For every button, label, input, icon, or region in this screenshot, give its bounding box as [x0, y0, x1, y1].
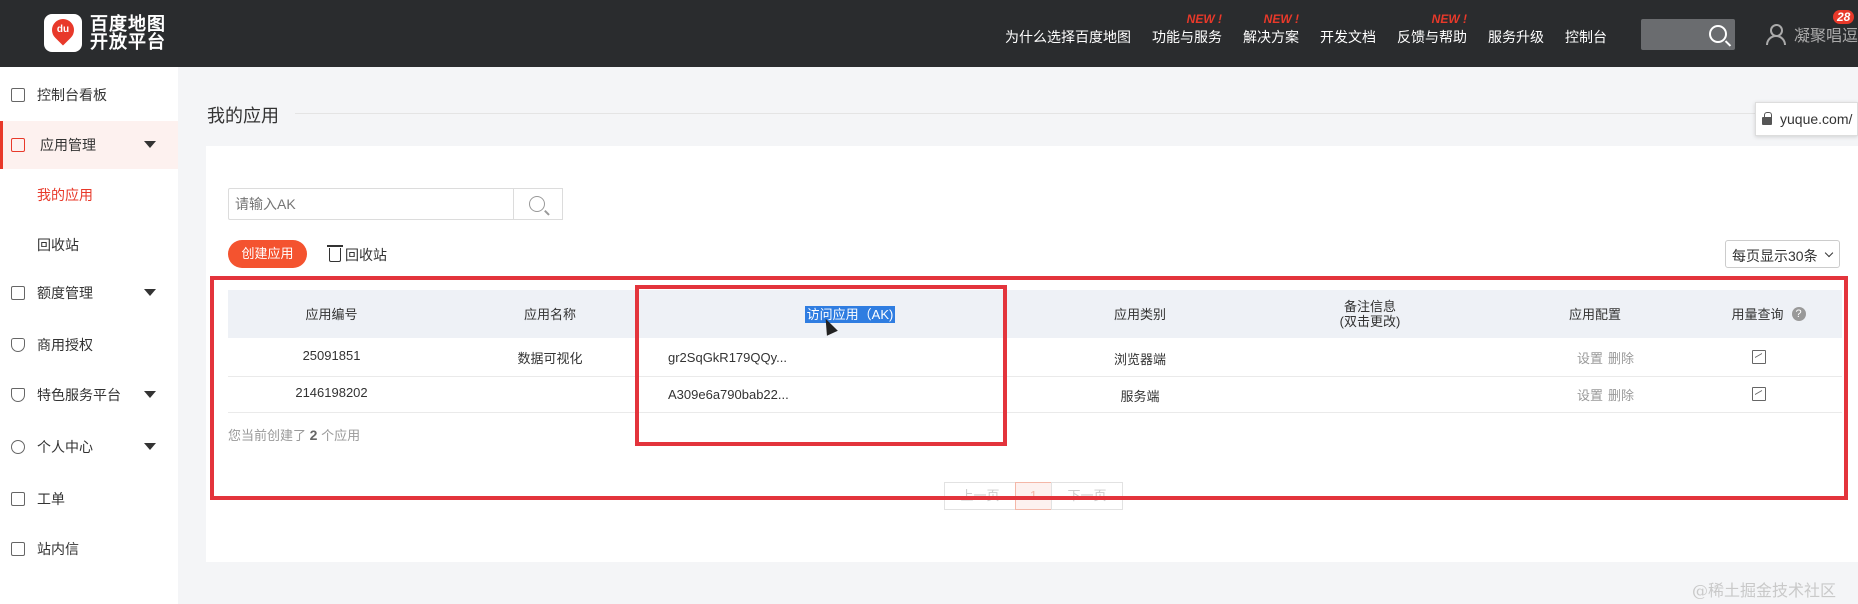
nav-features[interactable]: NEW ! 功能与服务 [1152, 12, 1222, 47]
nav-upgrade[interactable]: 服务升级 [1488, 27, 1544, 47]
user-icon [1766, 24, 1786, 45]
map-pin-icon: du [44, 14, 82, 52]
grid-icon [11, 138, 25, 152]
browser-url-popup[interactable]: yuque.com/ [1755, 102, 1858, 136]
sidebar-subitem-recycle-bin[interactable]: 回收站 [37, 235, 79, 255]
nav-docs[interactable]: 开发文档 [1320, 27, 1376, 47]
create-app-button[interactable]: 创建应用 [228, 240, 307, 268]
sidebar-item-tickets[interactable]: 工单 [0, 475, 178, 523]
sidebar-item-personal-center[interactable]: 个人中心 [0, 423, 178, 471]
page-title: 我的应用 [207, 106, 279, 126]
user-name: 凝聚唱逗 [1794, 28, 1858, 45]
watermark: @稀土掘金技术社区 [1692, 581, 1837, 600]
lock-icon [1762, 112, 1772, 125]
notification-badge[interactable]: 28 [1833, 10, 1855, 24]
new-tag: NEW ! [1186, 12, 1222, 26]
logo-line-2: 开放平台 [90, 32, 166, 52]
chevron-down-icon [144, 391, 156, 398]
chevron-down-icon [144, 443, 156, 450]
envelope-icon [11, 542, 25, 556]
nav-why-baidu[interactable]: 为什么选择百度地图 [1005, 27, 1131, 47]
ak-search-button[interactable] [513, 188, 563, 220]
sidebar-item-dashboard[interactable]: 控制台看板 [0, 71, 178, 119]
page-size-select[interactable]: 每页显示30条 [1725, 240, 1840, 268]
sidebar-subitem-my-apps[interactable]: 我的应用 [37, 185, 93, 205]
chevron-down-icon [144, 141, 156, 148]
diamond-icon [11, 388, 25, 402]
new-tag: NEW ! [1263, 12, 1299, 26]
user-circle-icon [11, 440, 25, 454]
sidebar-item-quota[interactable]: 额度管理 [0, 269, 178, 317]
chevron-down-icon [1824, 248, 1834, 258]
trash-icon [327, 245, 343, 262]
recycle-bin-link[interactable]: 回收站 [327, 245, 387, 265]
sidebar-item-special-services[interactable]: 特色服务平台 [0, 371, 178, 419]
chevron-down-icon [144, 289, 156, 296]
sidebar-item-messages[interactable]: 站内信 [0, 525, 178, 573]
shield-icon [11, 338, 25, 352]
new-tag: NEW ! [1431, 12, 1467, 26]
baidu-map-logo[interactable]: du 百度地图 开放平台 [44, 14, 166, 52]
title-divider [295, 113, 1755, 114]
nav-console[interactable]: 控制台 [1565, 27, 1607, 47]
annotation-box-table [210, 276, 1848, 500]
search-icon [529, 196, 545, 212]
dashboard-icon [11, 88, 25, 102]
nav-solutions[interactable]: NEW ! 解决方案 [1243, 12, 1299, 47]
logo-line-1: 百度地图 [90, 14, 166, 34]
ak-search-input[interactable] [228, 188, 514, 220]
sidebar-item-app-management[interactable]: 应用管理 [0, 121, 178, 169]
clipboard-icon [11, 492, 25, 506]
search-icon[interactable] [1709, 25, 1727, 43]
sidebar-item-commercial-license[interactable]: 商用授权 [0, 321, 178, 369]
nav-feedback[interactable]: NEW ! 反馈与帮助 [1397, 12, 1467, 47]
top-search-box[interactable] [1641, 19, 1735, 50]
sidebar: 控制台看板 应用管理 我的应用 回收站 额度管理 商用授权 特色服务平台 个人中… [0, 67, 178, 604]
annotation-box-ak-column [635, 285, 1007, 446]
top-nav: 为什么选择百度地图 NEW ! 功能与服务 NEW ! 解决方案 开发文档 NEW … [1005, 12, 1628, 47]
sliders-icon [11, 286, 25, 300]
top-navigation-bar: du 百度地图 开放平台 为什么选择百度地图 NEW ! 功能与服务 NEW ! 解… [0, 0, 1858, 67]
user-menu[interactable]: 凝聚唱逗 [1766, 22, 1858, 46]
